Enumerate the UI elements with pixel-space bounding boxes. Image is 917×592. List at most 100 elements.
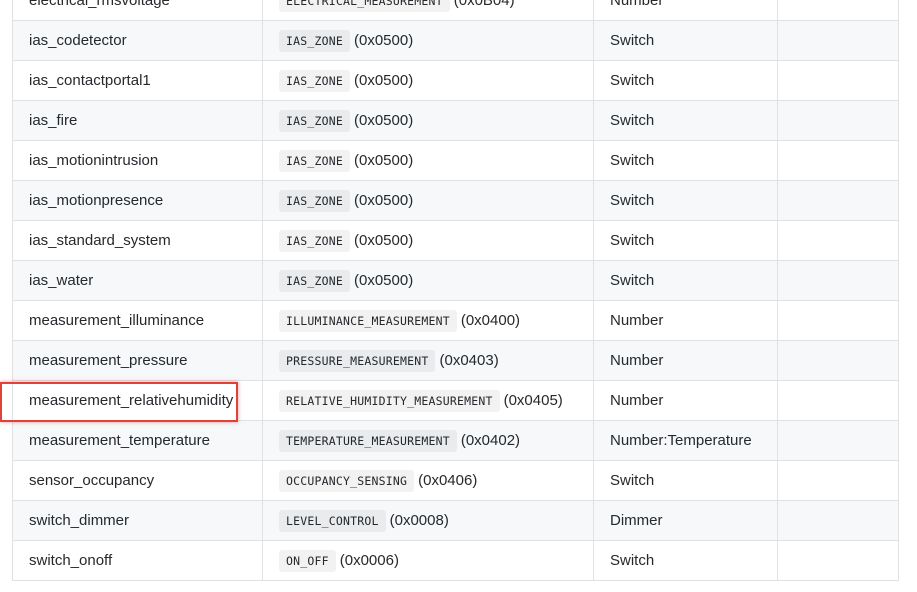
item-type-cell: Switch: [593, 140, 778, 181]
cluster-cell: RELATIVE_HUMIDITY_MEASUREMENT (0x0405): [262, 380, 594, 421]
channels-table-container: electrical_rmsvoltage ELECTRICAL_MEASUREM…: [0, 0, 899, 581]
empty-cell: [777, 0, 899, 21]
cluster-code: TEMPERATURE_MEASUREMENT: [279, 430, 457, 452]
cluster-code: IAS_ZONE: [279, 270, 350, 292]
table-row: ias_contactportal1 IAS_ZONE (0x0500) Switch: [12, 60, 899, 101]
cluster-cell: OCCUPANCY_SENSING (0x0406): [262, 460, 594, 501]
cluster-id: (0x0400): [460, 312, 521, 329]
empty-cell: [777, 340, 899, 381]
item-type: Number: [610, 352, 664, 369]
item-type: Number: [610, 0, 664, 9]
table-row: ias_motionintrusion IAS_ZONE (0x0500) Switc…: [12, 140, 899, 181]
cluster-id: (0x0403): [439, 352, 499, 369]
empty-cell: [777, 20, 899, 61]
table-row: switch_dimmer LEVEL_CONTROL (0x0008) Dimmer: [12, 500, 899, 541]
table-row: measurement_relativehumidity RELATIVE_HUM…: [0, 380, 899, 422]
empty-cell: [777, 460, 899, 501]
item-type: Number:Temperature: [610, 432, 752, 449]
cluster-cell: IAS_ZONE (0x0500): [262, 60, 594, 101]
empty-cell: [777, 140, 899, 181]
channel-name: ias_motionpresence: [29, 192, 164, 209]
channel-cell: electrical_rmsvoltage: [12, 0, 263, 21]
channel-cell: ias_contactportal1: [12, 60, 263, 101]
channel-cell: ias_standard_system: [12, 220, 263, 261]
channel-name: ias_water: [29, 272, 94, 289]
empty-cell: [777, 540, 899, 581]
item-type: Switch: [610, 552, 655, 569]
item-type: Number: [610, 312, 664, 329]
table-row: ias_fire IAS_ZONE (0x0500) Switch: [12, 100, 899, 141]
cluster-id: (0x0500): [354, 232, 414, 249]
cluster-id: (0x0500): [354, 272, 414, 289]
table-row: measurement_temperature TEMPERATURE_MEASU…: [12, 420, 899, 461]
cluster-code: IAS_ZONE: [279, 230, 350, 252]
channel-name: measurement_temperature: [29, 432, 210, 449]
channels-table: electrical_rmsvoltage ELECTRICAL_MEASUREM…: [0, 0, 899, 581]
item-type-cell: Number: [593, 300, 778, 341]
channel-cell: ias_motionpresence: [12, 180, 263, 221]
item-type-cell: Switch: [593, 460, 778, 501]
cluster-cell: ILLUMINANCE_MEASUREMENT (0x0400): [262, 300, 594, 341]
item-type: Switch: [610, 472, 655, 489]
channel-name: measurement_relativehumidity: [29, 392, 234, 409]
item-type: Switch: [610, 32, 655, 49]
item-type-cell: Switch: [593, 220, 778, 261]
item-type: Switch: [610, 192, 655, 209]
channel-cell: ias_motionintrusion: [12, 140, 263, 181]
item-type-cell: Number: [593, 0, 778, 21]
channel-name: ias_contactportal1: [29, 72, 151, 89]
cluster-code: ELECTRICAL_MEASUREMENT: [279, 0, 450, 12]
empty-cell: [777, 220, 899, 261]
cluster-code: OCCUPANCY_SENSING: [279, 470, 415, 492]
channel-name: ias_motionintrusion: [29, 152, 159, 169]
channel-name: ias_codetector: [29, 32, 127, 49]
empty-cell: [777, 100, 899, 141]
cluster-id: (0x0406): [418, 472, 478, 489]
item-type: Switch: [610, 152, 655, 169]
table-row: electrical_rmsvoltage ELECTRICAL_MEASUREM…: [12, 0, 899, 21]
item-type-cell: Switch: [593, 260, 778, 301]
channel-cell: measurement_pressure: [12, 340, 263, 381]
channel-cell: sensor_occupancy: [12, 460, 263, 501]
empty-cell: [777, 380, 899, 421]
item-type-cell: Dimmer: [593, 500, 778, 541]
channel-name: measurement_pressure: [29, 352, 188, 369]
empty-cell: [777, 60, 899, 101]
table-row: sensor_occupancy OCCUPANCY_SENSING (0x0406…: [12, 460, 899, 501]
cluster-id: (0x0500): [354, 152, 414, 169]
cluster-cell: IAS_ZONE (0x0500): [262, 140, 594, 181]
cluster-cell: ELECTRICAL_MEASUREMENT (0x0B04): [262, 0, 594, 21]
channel-name: switch_onoff: [29, 552, 113, 569]
item-type: Dimmer: [610, 512, 663, 529]
cluster-cell: IAS_ZONE (0x0500): [262, 180, 594, 221]
table-row: ias_standard_system IAS_ZONE (0x0500) Switc…: [12, 220, 899, 261]
cluster-code: IAS_ZONE: [279, 190, 350, 212]
item-type: Switch: [610, 232, 655, 249]
cluster-code: ON_OFF: [279, 550, 336, 572]
cluster-code: PRESSURE_MEASUREMENT: [279, 350, 436, 372]
channel-cell: switch_dimmer: [12, 500, 263, 541]
cluster-cell: IAS_ZONE (0x0500): [262, 260, 594, 301]
table-row: ias_motionpresence IAS_ZONE (0x0500) Switch: [12, 180, 899, 221]
channel-name: ias_standard_system: [29, 232, 171, 249]
item-type-cell: Switch: [593, 100, 778, 141]
channel-cell: measurement_temperature: [12, 420, 263, 461]
item-type-cell: Switch: [593, 180, 778, 221]
cluster-code: IAS_ZONE: [279, 70, 350, 92]
item-type: Switch: [610, 112, 655, 129]
cluster-id: (0x0405): [503, 392, 563, 409]
cluster-id: (0x0008): [389, 512, 449, 529]
channel-name: sensor_occupancy: [29, 472, 155, 489]
item-type-cell: Number: [593, 340, 778, 381]
cluster-id: (0x0500): [354, 72, 414, 89]
cluster-cell: IAS_ZONE (0x0500): [262, 20, 594, 61]
cluster-id: (0x0006): [339, 552, 399, 569]
cluster-code: IAS_ZONE: [279, 150, 350, 172]
cluster-id: (0x0500): [354, 192, 414, 209]
item-type-cell: Number: [593, 380, 778, 421]
cluster-cell: PRESSURE_MEASUREMENT (0x0403): [262, 340, 594, 381]
cluster-code: IAS_ZONE: [279, 30, 350, 52]
channel-cell: ias_fire: [12, 100, 263, 141]
table-row: measurement_pressure PRESSURE_MEASUREMENT…: [12, 340, 899, 381]
channel-name: switch_dimmer: [29, 512, 130, 529]
